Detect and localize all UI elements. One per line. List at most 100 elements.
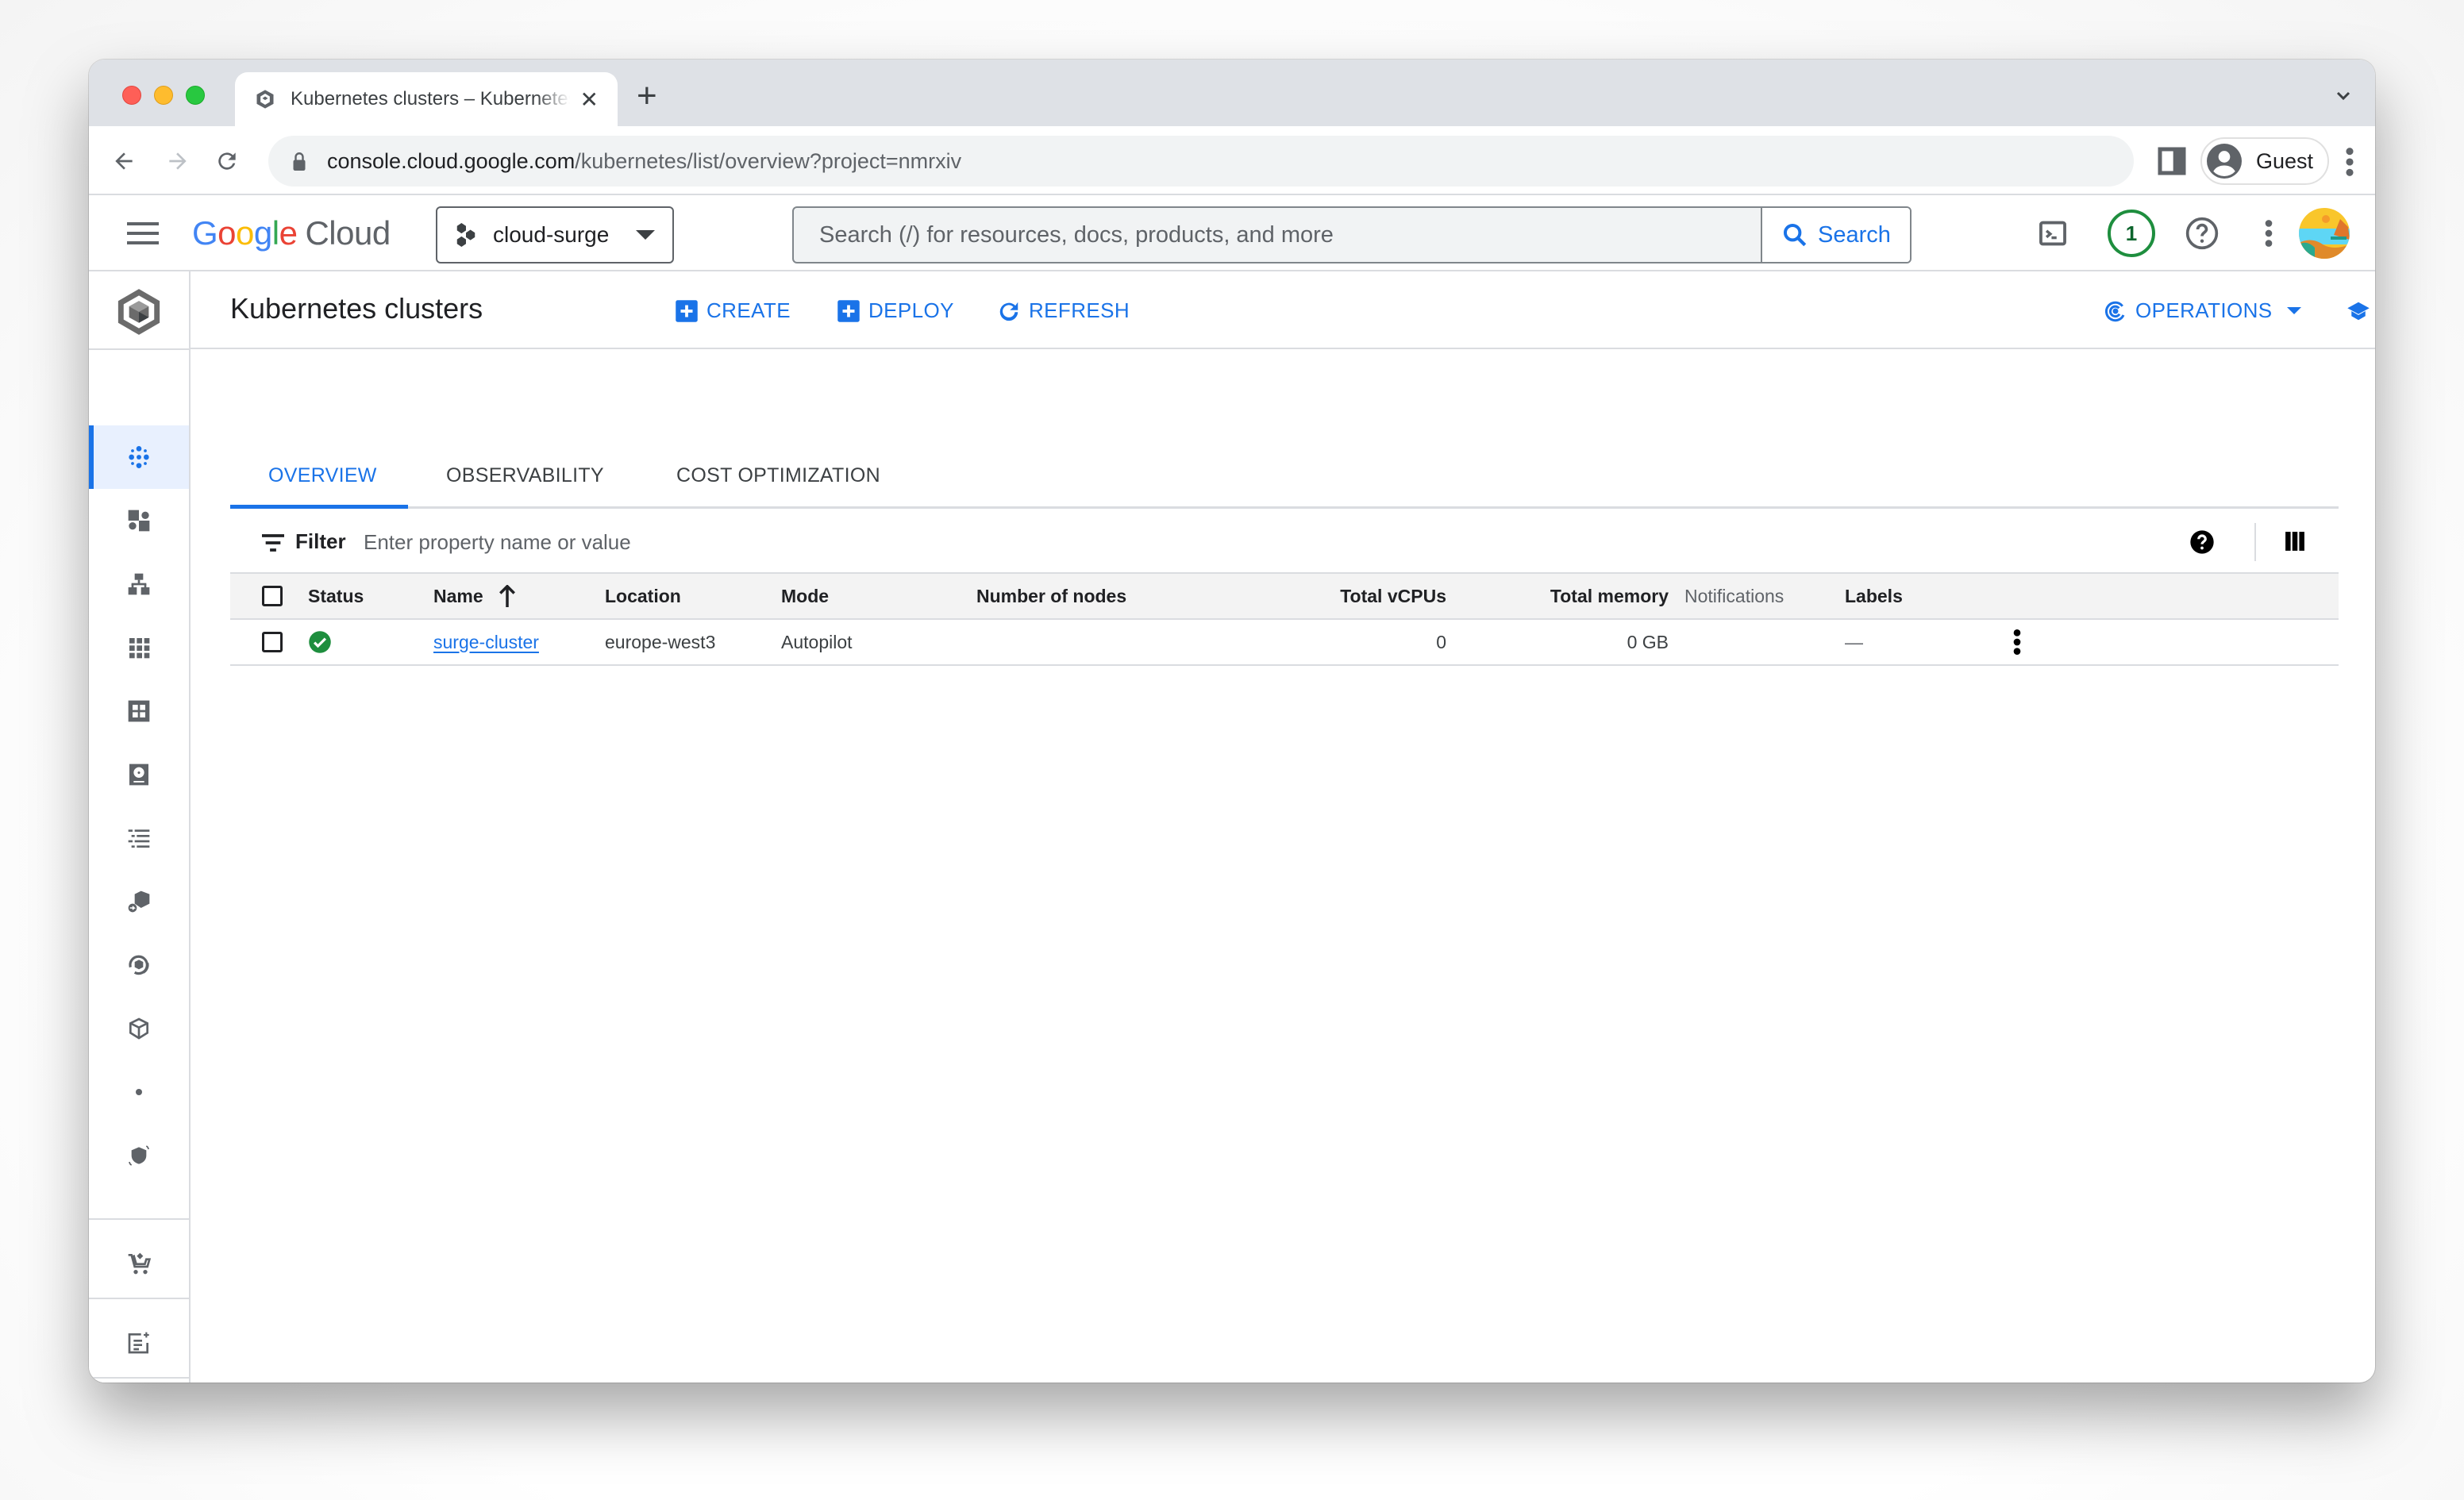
browser-tab-active[interactable]: Kubernetes clusters – Kubernetes Engine … [235, 72, 618, 126]
new-tab-button[interactable]: + [637, 79, 657, 113]
toolbar-divider [2254, 523, 2256, 561]
logo-product: Cloud [305, 214, 391, 252]
column-header-nodes[interactable]: Number of nodes [976, 574, 1126, 618]
memory-cell: 0 GB [1627, 631, 1669, 652]
filter-label: Filter [295, 529, 346, 553]
tab-title: Kubernetes clusters – Kubernetes Engine [291, 88, 570, 110]
address-bar[interactable]: console.cloud.google.com/kubernetes/list… [268, 136, 2134, 187]
search-button-label: Search [1818, 221, 1891, 248]
operations-dropdown[interactable]: OPERATIONS [2104, 298, 2301, 323]
sidebar-item-workloads[interactable] [89, 489, 189, 552]
search-button[interactable]: Search [1761, 208, 1910, 262]
column-display-options-icon[interactable] [2285, 531, 2305, 552]
create-button[interactable]: CREATE [675, 298, 791, 323]
help-button[interactable] [2183, 214, 2221, 252]
sidebar-item-more[interactable] [89, 1060, 189, 1124]
sidebar-item-marketplace[interactable] [89, 1232, 189, 1295]
google-cloud-logo[interactable]: Google Cloud [192, 214, 391, 252]
sidebar-item-secrets-configmaps[interactable] [89, 679, 189, 743]
close-tab-icon[interactable]: ✕ [580, 87, 599, 113]
side-panel-icon[interactable] [2156, 145, 2188, 177]
logo-letter: G [192, 214, 218, 252]
refresh-button[interactable]: REFRESH [997, 298, 1130, 323]
back-arrow-icon [115, 152, 133, 170]
search-icon [1784, 223, 1807, 247]
project-hexagons-icon [456, 223, 475, 247]
reload-icon [218, 152, 236, 170]
help-question-icon [2185, 217, 2219, 250]
tab-strip: Kubernetes clusters – Kubernetes Engine … [89, 60, 2375, 126]
sort-ascending-arrow-icon [499, 585, 515, 607]
sidebar-item-storage[interactable] [89, 743, 189, 806]
page-title-bar: Kubernetes clusters CREATE DEPLOY REFRES… [191, 271, 2375, 349]
column-header-name[interactable]: Name [433, 574, 517, 618]
secrets-configmaps-icon [128, 700, 150, 722]
sidebar-item-applications[interactable] [89, 616, 189, 679]
help-circle-icon[interactable] [2189, 529, 2215, 555]
refresh-label: REFRESH [1029, 298, 1130, 322]
minimize-window-button[interactable] [154, 86, 173, 105]
operations-icon [2105, 301, 2125, 321]
column-header-labels[interactable]: Labels [1845, 574, 1903, 618]
tab-observability[interactable]: OBSERVABILITY [446, 464, 604, 487]
chrome-menu-icon[interactable] [2342, 147, 2358, 177]
page-title: Kubernetes clusters [230, 292, 483, 325]
tab-cost-optimization[interactable]: COST OPTIMIZATION [676, 464, 880, 487]
sidebar-item-security-posture[interactable] [89, 1124, 189, 1187]
row-actions-button[interactable] [2013, 620, 2021, 664]
profile-button[interactable]: Guest [2200, 137, 2329, 185]
column-header-notifications: Notifications [1684, 585, 1784, 606]
learn-school-icon [2347, 302, 2370, 320]
settings-menu-button[interactable] [2250, 214, 2288, 252]
close-window-button[interactable] [122, 86, 141, 105]
url-host: console.cloud.google.com [327, 148, 576, 173]
project-picker[interactable]: cloud-surge [436, 206, 674, 263]
sidebar-item-object-browser[interactable] [89, 806, 189, 870]
column-header-vcpus[interactable]: Total vCPUs [1262, 574, 1446, 618]
forward-button[interactable] [160, 144, 195, 179]
lock-icon [293, 152, 306, 171]
filter-input[interactable] [364, 521, 1872, 563]
dropdown-caret-icon [2286, 307, 2301, 314]
tab-overview[interactable]: OVERVIEW [268, 464, 377, 487]
cloud-shell-button[interactable] [2034, 214, 2072, 252]
sidebar-divider [89, 1298, 189, 1299]
sidebar-item-release-notes[interactable] [89, 1311, 189, 1375]
row-checkbox[interactable] [262, 632, 283, 652]
account-avatar[interactable] [2299, 208, 2350, 259]
more-vert-icon [2013, 629, 2021, 655]
column-header-mode[interactable]: Mode [781, 574, 829, 618]
column-header-memory[interactable]: Total memory [1484, 574, 1669, 618]
forward-arrow-icon [169, 152, 187, 170]
url-text: console.cloud.google.com/kubernetes/list… [327, 149, 961, 174]
main-menu-icon[interactable] [127, 221, 159, 246]
profile-label: Guest [2256, 148, 2314, 173]
sidebar-item-clusters[interactable] [89, 425, 189, 489]
logo-letter: o [218, 214, 237, 252]
column-header-name-label: Name [433, 585, 483, 606]
reload-button[interactable] [210, 144, 244, 179]
filter-bar: Filter [230, 512, 2339, 574]
location-cell: europe-west3 [605, 631, 716, 652]
maximize-window-button[interactable] [186, 86, 205, 105]
back-button[interactable] [106, 144, 141, 179]
column-header-location[interactable]: Location [605, 574, 681, 618]
sidebar-item-services-ingress[interactable] [89, 552, 189, 616]
kubernetes-engine-logo-icon [117, 289, 160, 335]
tab-search-chevron-icon[interactable] [2335, 88, 2351, 104]
sidebar-item-backup[interactable] [89, 933, 189, 997]
logo-letter: g [253, 214, 272, 252]
notifications-badge[interactable]: 1 [2108, 210, 2155, 257]
backup-cycle-icon [129, 955, 149, 975]
sidebar-item-migrate-to-containers[interactable] [89, 870, 189, 933]
select-all-checkbox[interactable] [262, 586, 283, 606]
column-header-status[interactable]: Status [308, 574, 364, 618]
deploy-button[interactable]: DEPLOY [837, 298, 954, 323]
search-input[interactable] [794, 208, 1761, 262]
learn-button[interactable]: LEARN [2347, 298, 2375, 323]
cluster-name-link[interactable]: surge-cluster [433, 620, 539, 664]
project-name: cloud-surge [493, 222, 610, 247]
workloads-icon [128, 510, 150, 532]
object-browser-list-icon [128, 829, 150, 848]
sidebar-item-config[interactable] [89, 997, 189, 1060]
